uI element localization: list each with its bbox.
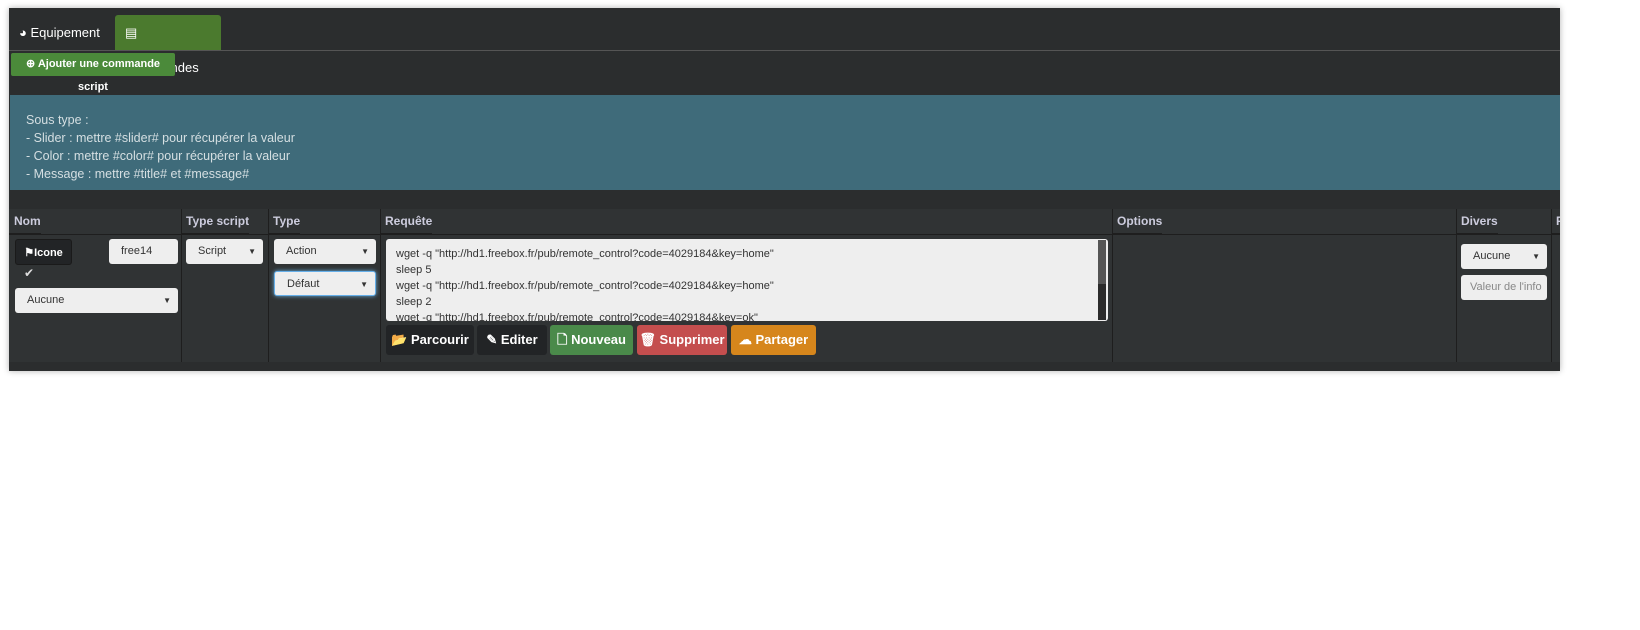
dashboard-icon: ◕ <box>19 25 31 40</box>
textarea-scrollbar[interactable] <box>1098 240 1106 320</box>
header-type: Type <box>268 209 301 234</box>
caret-down-icon: ▼ <box>163 296 171 305</box>
share-button[interactable]: ☁ Partager <box>731 325 816 355</box>
list-icon: ▤ <box>125 25 138 40</box>
divers-select[interactable]: Aucune ▼ <box>1461 244 1547 269</box>
tab-divider <box>9 50 1560 51</box>
column-divider <box>181 209 182 362</box>
tab-commandes[interactable]: ▤ Commandes <box>115 15 221 75</box>
request-textarea[interactable]: wget -q "http://hd1.freebox.fr/pub/remot… <box>386 239 1108 321</box>
object-select[interactable]: Aucune ▼ <box>15 288 178 313</box>
info-line: - Message : mettre #title# et #message# <box>26 167 250 181</box>
caret-down-icon: ▼ <box>1532 252 1540 261</box>
column-divider <box>380 209 381 362</box>
column-divider <box>1112 209 1113 362</box>
file-icon: 🗋 <box>557 332 572 347</box>
check-icon: ✔ <box>24 266 35 280</box>
info-line: - Color : mettre #color# pour récupérer … <box>26 149 291 163</box>
folder-open-icon: 📂 <box>391 332 411 347</box>
cloud-upload-icon: ☁ <box>738 332 756 347</box>
info-value-input[interactable]: Valeur de l'info <box>1461 275 1547 300</box>
flag-icon: ⚑ <box>24 247 35 259</box>
info-line: - Slider : mettre #slider# pour récupére… <box>26 131 295 145</box>
type-select[interactable]: Action ▼ <box>274 239 376 264</box>
trash-icon: 🗑 <box>639 332 660 347</box>
caret-down-icon: ▼ <box>248 247 256 256</box>
column-divider <box>1551 209 1552 362</box>
delete-button[interactable]: 🗑 Supprimer <box>637 325 727 355</box>
plus-circle-icon: ⊕ <box>25 58 38 70</box>
column-divider <box>268 209 269 362</box>
info-line: Sous type : <box>26 113 89 127</box>
header-type-script: Type script <box>181 209 250 234</box>
browse-button[interactable]: 📂 Parcourir <box>386 325 474 355</box>
type-script-select[interactable]: Script ▼ <box>186 239 263 264</box>
add-script-command-button[interactable]: ⊕ Ajouter une commande script <box>11 53 175 93</box>
subtype-select[interactable]: Défaut ▼ <box>274 271 376 296</box>
caret-down-icon: ▼ <box>361 247 369 256</box>
edit-icon: ✎ <box>486 332 501 347</box>
commands-table: Nom Type script Type Requête Options Div… <box>9 209 1560 362</box>
icon-button[interactable]: ⚑Icone <box>15 239 72 265</box>
equipment-panel: ◕ Equipement ▤ Commandes ⊕ Ajouter une c… <box>9 8 1560 371</box>
caret-down-icon: ▼ <box>360 280 368 289</box>
header-nom: Nom <box>9 209 41 234</box>
new-button[interactable]: 🗋 Nouveau <box>550 325 633 355</box>
header-extra: P <box>1551 209 1560 234</box>
edit-button[interactable]: ✎ Editer <box>477 325 547 355</box>
command-name-input[interactable]: free14 <box>109 239 178 264</box>
scrollbar-thumb[interactable] <box>1098 240 1106 284</box>
column-divider <box>1456 209 1457 362</box>
tab-equipement[interactable]: ◕ Equipement <box>9 15 112 50</box>
header-options: Options <box>1112 209 1163 234</box>
header-requete: Requête <box>380 209 433 234</box>
header-divers: Divers <box>1456 209 1498 234</box>
subtype-info-box: Sous type : - Slider : mettre #slider# p… <box>10 95 1560 190</box>
